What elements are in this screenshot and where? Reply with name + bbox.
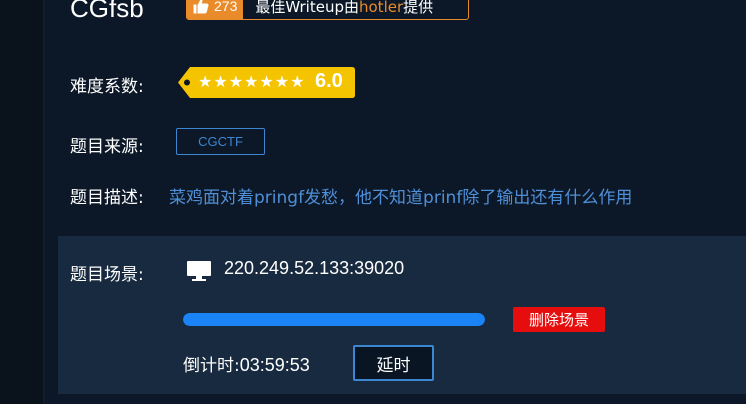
delete-scene-button[interactable]: 删除场景 (513, 307, 605, 332)
writeup-suffix: 提供 (403, 0, 434, 16)
source-label: 题目来源: (70, 137, 144, 157)
scene-progress-fill (183, 313, 485, 326)
source-tag[interactable]: CGCTF (176, 128, 265, 155)
extend-time-button[interactable]: 延时 (353, 345, 434, 381)
description-text: 菜鸡面对着pringf发愁，他不知道prinf除了输出还有什么作用 (169, 188, 633, 208)
countdown-label: 倒计时: (183, 356, 240, 376)
challenge-title: CGfsb (70, 0, 144, 23)
difficulty-value: 6.0 (315, 70, 343, 92)
like-counter[interactable]: 273 (187, 0, 244, 19)
difficulty-label: 难度系数: (70, 77, 144, 97)
difficulty-rating-tag: ★★★★★★★ 6.0 (178, 66, 356, 99)
scene-address: 220.249.52.133:39020 (224, 258, 405, 278)
writeup-badge[interactable]: 273 最佳Writeup由hotler提供 (186, 0, 469, 20)
countdown: 倒计时:03:59:53 (183, 351, 310, 376)
writeup-prefix: 最佳Writeup由 (255, 0, 359, 16)
scene-progress-bar (183, 313, 485, 326)
monitor-icon (187, 261, 211, 281)
writeup-author[interactable]: hotler (359, 0, 403, 16)
thumbs-up-icon (193, 0, 209, 14)
scene-label: 题目场景: (70, 265, 144, 285)
description-label: 题目描述: (70, 188, 144, 208)
difficulty-stars: ★★★★★★★ (198, 72, 306, 91)
like-count: 273 (214, 0, 238, 14)
left-edge-strip (0, 0, 44, 404)
writeup-credit: 最佳Writeup由hotler提供 (243, 0, 433, 17)
countdown-time: 03:59:53 (239, 355, 310, 375)
